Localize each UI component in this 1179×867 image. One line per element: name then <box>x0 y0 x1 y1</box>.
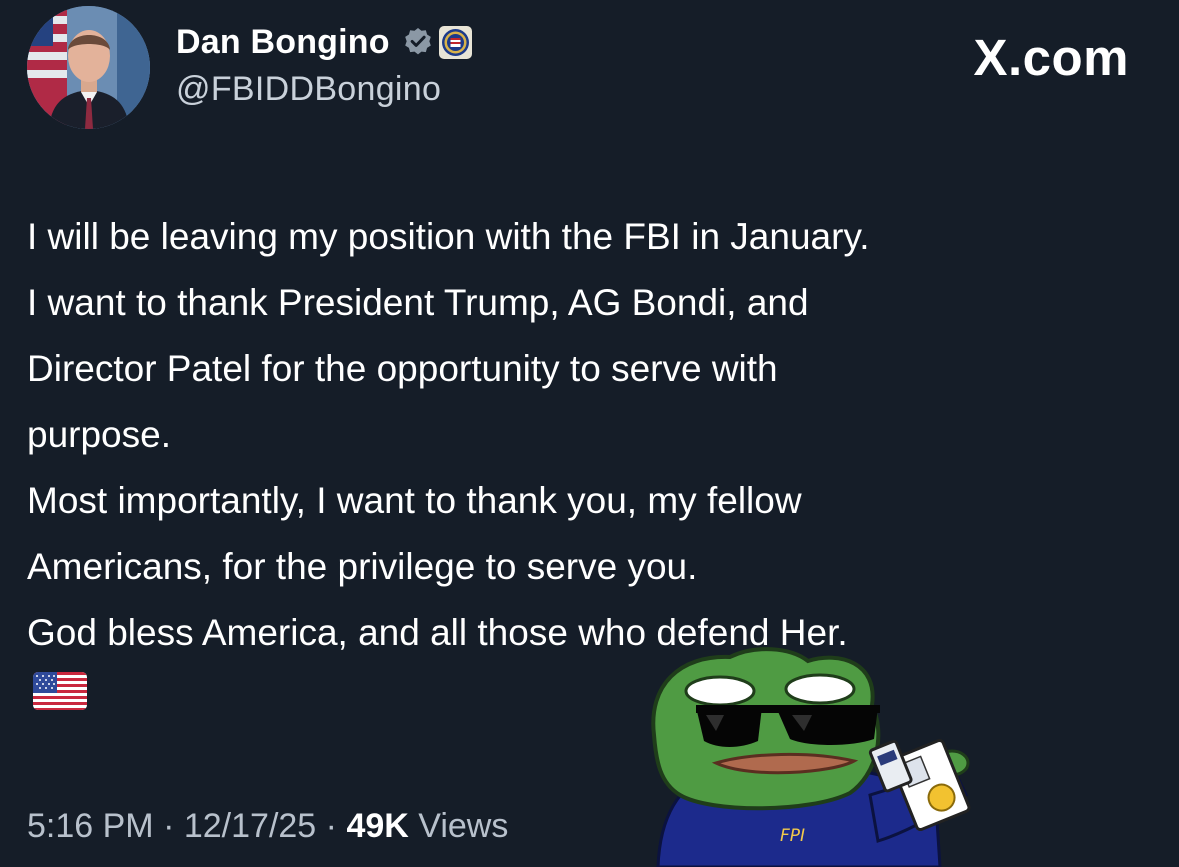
name-row: Dan Bongino <box>176 18 472 66</box>
post-line: God bless America, and all those who def… <box>27 612 848 653</box>
verified-badge-icon <box>404 28 431 55</box>
post-line: Most importantly, I want to thank you, m… <box>27 480 802 521</box>
display-name[interactable]: Dan Bongino <box>176 23 390 62</box>
views-count[interactable]: 49K <box>346 807 408 845</box>
separator: · <box>163 807 175 845</box>
frog-meme-sticker: FPI <box>651 647 971 867</box>
post-line: I want to thank President Trump, AG Bond… <box>27 282 809 323</box>
post-time[interactable]: 5:16 PM <box>27 807 154 845</box>
separator: · <box>325 807 337 845</box>
profile-photo <box>27 6 150 129</box>
avatar[interactable] <box>27 6 150 129</box>
post-line: Director Patel for the opportunity to se… <box>27 348 778 389</box>
fbi-seal-icon[interactable] <box>438 25 472 59</box>
us-flag-emoji <box>33 672 87 710</box>
author-block: Dan Bongino @FBIDDBongino <box>176 18 472 109</box>
post-line: purpose. <box>27 414 171 455</box>
post-screenshot: Dan Bongino @FBIDDBongino X.com I will b… <box>0 0 1179 867</box>
post-text: I will be leaving my position with the F… <box>27 204 1157 666</box>
brand-label: X.com <box>973 29 1129 86</box>
post-meta: 5:16 PM · 12/17/25 · 49K Views <box>27 807 508 846</box>
jacket-label: FPI <box>780 826 805 846</box>
views-label: Views <box>418 807 509 845</box>
post-line: Americans, for the privilege to serve yo… <box>27 546 698 587</box>
post-date[interactable]: 12/17/25 <box>184 807 316 845</box>
handle[interactable]: @FBIDDBongino <box>176 70 472 109</box>
post-line: I will be leaving my position with the F… <box>27 216 870 257</box>
